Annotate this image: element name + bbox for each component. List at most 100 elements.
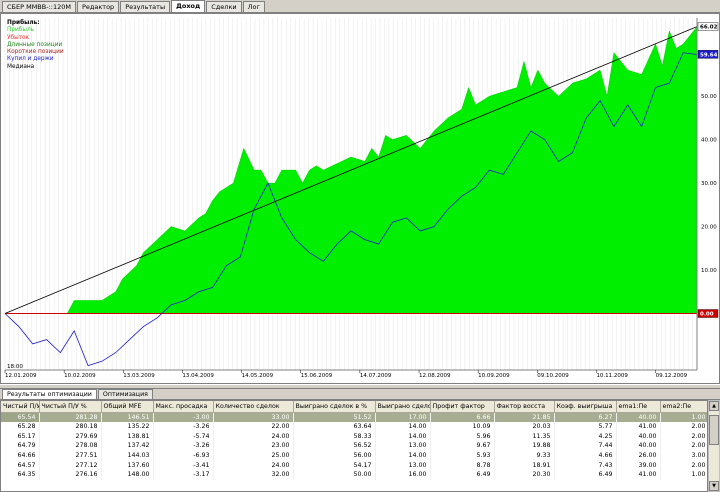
table-cell: 135.22 — [101, 421, 154, 432]
column-header[interactable]: Коэф. выигрыша — [554, 401, 617, 413]
table-cell: 148.00 — [101, 470, 154, 480]
table-cell: 20.30 — [494, 470, 555, 480]
table-cell: 64.79 — [1, 441, 40, 451]
x-tick-label: 12.08.2009 — [419, 373, 451, 379]
table-cell: 64.66 — [1, 450, 40, 461]
x-tick-label: 12.01.2009 — [5, 373, 37, 379]
table-cell: -3.17 — [153, 470, 214, 480]
value-marker-label: 59.64 — [700, 52, 718, 58]
table-cell: -3.26 — [153, 441, 214, 451]
table-cell: 277.12 — [39, 460, 102, 471]
table-row[interactable]: 65.28 280.18 135.22 -3.26 22.00 63.64 14.00 10.… — [1, 421, 707, 432]
table-cell: 13.00 — [375, 441, 431, 451]
table-cell: 65.17 — [1, 431, 40, 442]
table-cell: 277.51 — [39, 450, 102, 461]
table-row[interactable]: 65.54 281.28 146.51 -3.00 33.00 51.52 17.00 6.6… — [1, 412, 707, 422]
tab-editor[interactable]: Редактор — [76, 1, 120, 12]
table-cell: 64.35 — [1, 470, 40, 480]
x-sub-label: 18:00 — [7, 364, 23, 370]
table-cell: 137.60 — [101, 460, 154, 471]
table-row[interactable]: 64.35 276.16 148.00 -3.17 32.00 50.00 16.00 6.4… — [1, 470, 707, 480]
table-cell: 10.09 — [430, 421, 495, 432]
tab-deals[interactable]: Сделки — [206, 1, 242, 12]
results-table-container: Чистый П/У Чистый П/У % Общий MFE Макс. про… — [0, 400, 708, 492]
value-marker-label: 0.00 — [700, 312, 714, 318]
legend-item-median: Медиана — [7, 63, 35, 70]
tab-optimization-results[interactable]: Результаты оптимизации — [2, 389, 97, 399]
table-cell: 65.28 — [1, 421, 40, 432]
table-cell: 19.88 — [494, 441, 555, 451]
equity-chart-svg: 10.0020.0030.0040.0050.0060.0066.0259.64… — [4, 18, 719, 379]
table-row[interactable]: 65.17 279.69 138.81 -5.74 24.00 58.33 14.00 5.9… — [1, 431, 707, 442]
table-cell: 281.28 — [39, 412, 102, 422]
table-cell: 41.00 — [616, 421, 661, 432]
x-tick-label: 15.06.2009 — [301, 373, 333, 379]
table-cell: 14.00 — [375, 431, 431, 442]
legend-item-buy-hold: Купил и держи — [7, 56, 54, 63]
table-cell: 9.67 — [430, 441, 495, 451]
table-cell: 54.17 — [293, 460, 376, 471]
tab-sber[interactable]: СБЕР MMBB-::120M — [2, 1, 76, 12]
column-header[interactable]: Выиграно сделок — [375, 401, 431, 413]
column-header[interactable]: ema1:Пе — [616, 401, 661, 413]
table-cell: 2.00 — [660, 421, 707, 432]
table-cell: 40.00 — [616, 412, 661, 422]
table-cell: 278.08 — [39, 441, 102, 451]
column-header[interactable]: Выиграно сделок в % — [293, 401, 376, 413]
column-header[interactable]: Чистый П/У % — [39, 401, 102, 413]
table-cell: -6.93 — [153, 450, 214, 461]
tab-income[interactable]: Доход — [171, 0, 206, 12]
column-header[interactable]: Макс. просадка — [153, 401, 214, 413]
table-cell: 24.00 — [213, 460, 294, 471]
column-header[interactable]: Фактор восста — [494, 401, 555, 413]
table-cell: 24.00 — [213, 431, 294, 442]
tab-log[interactable]: Лог — [242, 1, 265, 12]
table-cell: 138.81 — [101, 431, 154, 442]
column-header[interactable]: Чистый П/У — [1, 401, 40, 413]
chart-legend: Прибыль: Прибыль Убыток Длинные позиции … — [7, 20, 64, 71]
table-cell: 65.54 — [1, 412, 40, 422]
x-tick-label: 10.11.2009 — [596, 373, 628, 379]
table-row[interactable]: 64.57 277.12 137.60 -3.41 24.00 54.17 13.00 8.7… — [1, 460, 707, 471]
column-header[interactable]: Количество сделок — [213, 401, 294, 413]
table-cell: 40.00 — [616, 441, 661, 451]
table-cell: 7.43 — [554, 460, 617, 471]
scroll-up-button[interactable]: ▲ — [709, 401, 719, 411]
tab-optimization[interactable]: Оптимизация — [97, 389, 153, 399]
legend-item-loss: Убыток — [7, 34, 30, 41]
x-tick-label: 14.07.2009 — [360, 373, 392, 379]
table-cell: 20.03 — [494, 421, 555, 432]
table-cell: 50.00 — [293, 470, 376, 480]
column-header[interactable]: ema2:Пе — [660, 401, 707, 413]
table-row[interactable]: 64.79 278.08 137.42 -3.26 23.00 56.52 13.00 9.6… — [1, 441, 707, 451]
table-cell: 21.85 — [494, 412, 555, 422]
y-tick-label: 40.00 — [701, 138, 717, 144]
app-window: СБЕР MMBB-::120M Редактор Результаты Дох… — [0, 0, 720, 492]
table-cell: 6.49 — [430, 470, 495, 480]
table-cell: 22.00 — [213, 421, 294, 432]
scroll-thumb[interactable] — [709, 415, 719, 445]
table-cell: 5.96 — [430, 431, 495, 442]
table-cell: 33.00 — [213, 412, 294, 422]
equity-chart[interactable]: 10.0020.0030.0040.0050.0060.0066.0259.64… — [0, 13, 720, 384]
table-cell: 40.00 — [616, 431, 661, 442]
column-header[interactable]: Общий MFE — [101, 401, 154, 413]
results-table: Чистый П/У Чистый П/У % Общий MFE Макс. про… — [1, 401, 707, 480]
top-tab-bar: СБЕР MMBB-::120M Редактор Результаты Дох… — [0, 0, 720, 13]
legend-item-long: Длинные позиции — [7, 41, 63, 48]
value-marker-label: 66.02 — [700, 25, 718, 31]
y-tick-label: 30.00 — [701, 181, 717, 187]
tab-results[interactable]: Результаты — [120, 1, 171, 12]
table-cell: 8.78 — [430, 460, 495, 471]
table-row[interactable]: 64.66 277.51 144.03 -6.93 25.00 56.00 14.00 5.9… — [1, 450, 707, 461]
table-body: 65.54 281.28 146.51 -3.00 33.00 51.52 17.00 6.6… — [1, 412, 707, 480]
column-header[interactable]: Профит фактор — [430, 401, 495, 413]
table-cell: 6.66 — [430, 412, 495, 422]
table-cell: 16.00 — [375, 470, 431, 480]
table-scrollbar[interactable]: ▲ ▼ — [708, 400, 720, 492]
table-cell: 4.66 — [554, 450, 617, 461]
scroll-down-button[interactable]: ▼ — [709, 481, 719, 491]
table-cell: 18.91 — [494, 460, 555, 471]
table-cell: 11.35 — [494, 431, 555, 442]
table-cell: 280.18 — [39, 421, 102, 432]
